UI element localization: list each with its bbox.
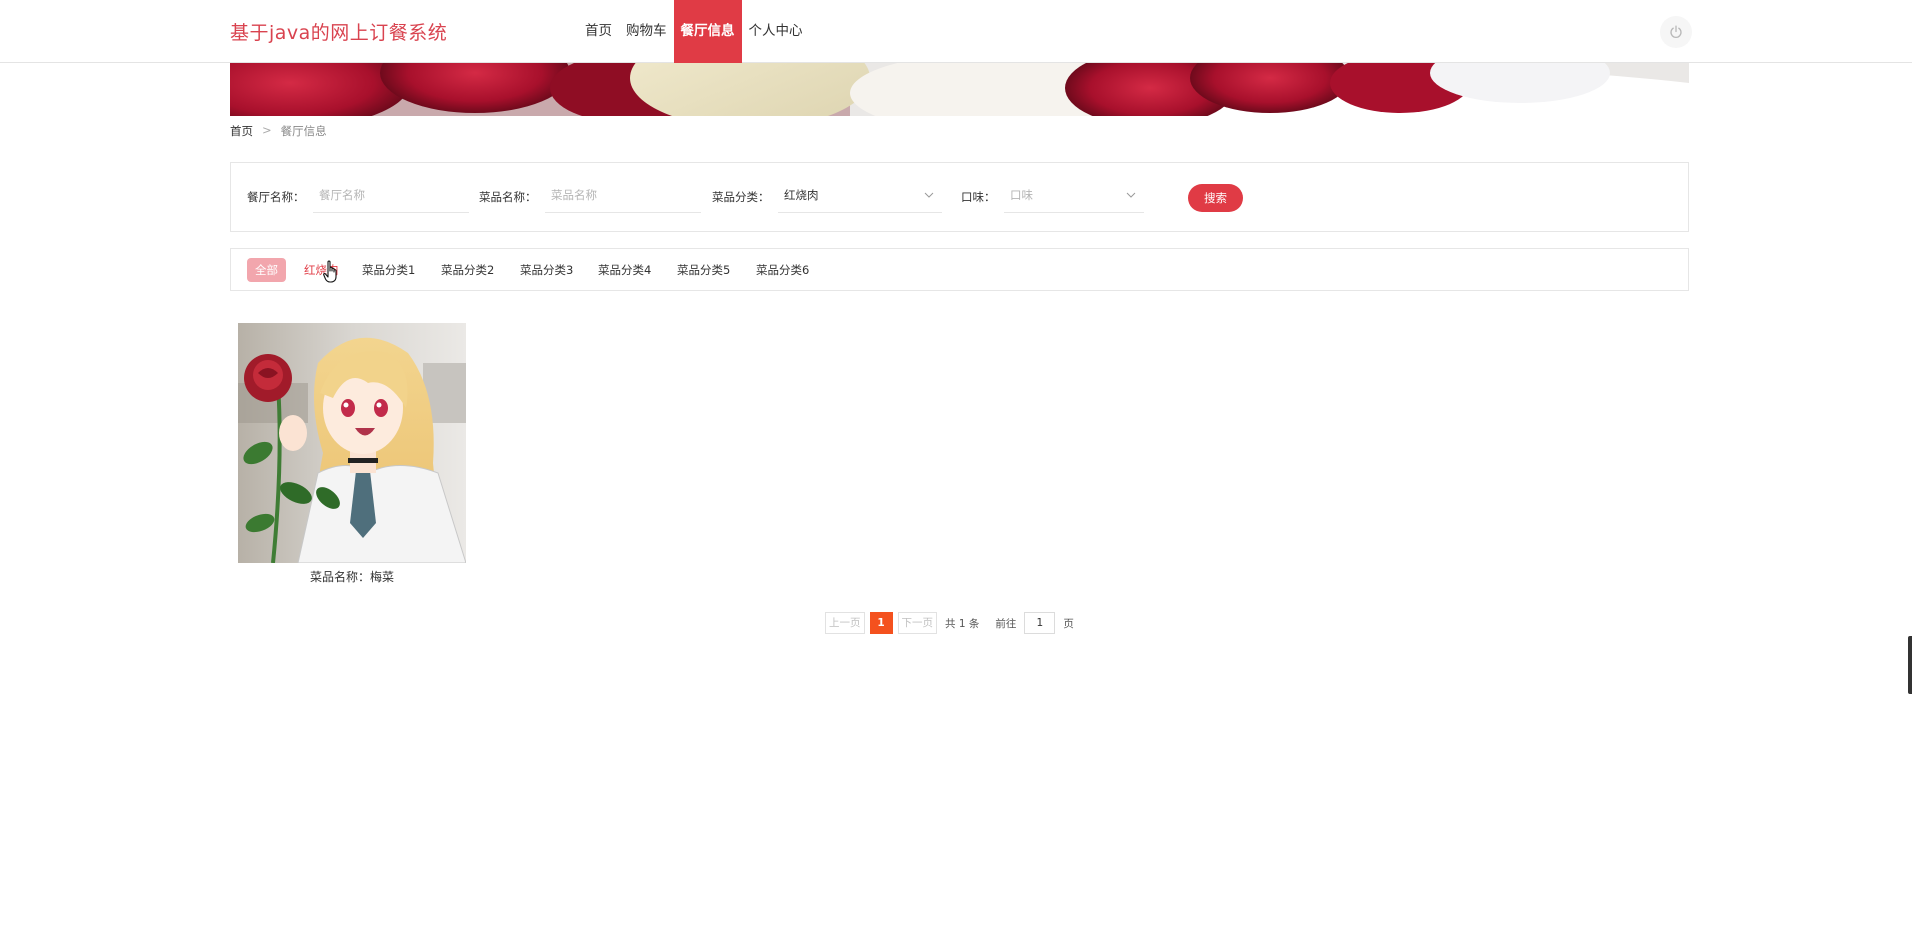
nav-cart[interactable]: 购物车: [619, 0, 674, 63]
scrollbar-handle[interactable]: [1908, 636, 1912, 694]
category-item[interactable]: 菜品分类5: [677, 258, 730, 282]
product-card[interactable]: 菜品名称：梅菜: [238, 323, 466, 585]
power-icon: [1670, 25, 1682, 38]
product-image[interactable]: [238, 323, 466, 563]
category-item[interactable]: 菜品分类4: [598, 258, 651, 282]
chevron-down-icon: [1126, 192, 1136, 198]
logout-button[interactable]: [1660, 16, 1692, 48]
prev-page-button[interactable]: 上一页: [825, 612, 865, 634]
restaurant-name-input[interactable]: [313, 177, 469, 213]
page-suffix: 页: [1063, 617, 1074, 630]
category-item[interactable]: 菜品分类6: [756, 258, 809, 282]
main-nav: 首页 购物车 餐厅信息 个人中心: [578, 0, 810, 63]
site-logo[interactable]: 基于java的网上订餐系统: [230, 18, 447, 45]
hand-cursor-icon: [323, 260, 337, 283]
goto-page-input[interactable]: [1024, 612, 1056, 634]
breadcrumb-current: 餐厅信息: [280, 124, 327, 138]
category-item[interactable]: 菜品分类2: [441, 258, 494, 282]
dish-category-label: 菜品分类：: [712, 190, 770, 204]
breadcrumb-separator: >: [262, 123, 272, 137]
dish-name-label: 菜品名称：: [479, 190, 537, 204]
banner-image: [230, 63, 1689, 116]
next-page-button[interactable]: 下一页: [897, 612, 937, 634]
nav-personal-center[interactable]: 个人中心: [742, 0, 810, 63]
category-item[interactable]: 菜品分类1: [362, 258, 415, 282]
top-header: 基于java的网上订餐系统 首页 购物车 餐厅信息 个人中心: [0, 0, 1912, 63]
taste-placeholder: 口味: [1010, 188, 1033, 202]
goto-label: 前往: [995, 617, 1017, 630]
dish-category-value: 红烧肉: [784, 188, 819, 202]
product-name[interactable]: 菜品名称：梅菜: [238, 568, 466, 585]
chevron-down-icon: [924, 192, 934, 198]
category-filter-bar: 全部 红烧肉 菜品分类1 菜品分类2 菜品分类3 菜品分类4 菜品分类5 菜品分…: [230, 248, 1689, 291]
search-panel: 餐厅名称： 菜品名称： 菜品分类： 红烧肉 口味： 口味 搜索: [230, 162, 1689, 232]
total-count: 共 1 条: [945, 617, 980, 630]
search-button[interactable]: 搜索: [1188, 184, 1243, 212]
breadcrumb: 首页 > 餐厅信息: [230, 123, 327, 139]
taste-label: 口味：: [961, 190, 996, 204]
dish-name-input[interactable]: [545, 177, 701, 213]
breadcrumb-home[interactable]: 首页: [230, 123, 253, 139]
taste-select[interactable]: 口味: [1004, 177, 1144, 213]
page-number-button[interactable]: 1: [869, 612, 893, 634]
nav-restaurant-info[interactable]: 餐厅信息: [673, 0, 742, 63]
pagination: 上一页 1 下一页 共 1 条 前往 页: [825, 612, 1082, 634]
nav-home[interactable]: 首页: [578, 0, 619, 63]
restaurant-name-label: 餐厅名称：: [247, 190, 305, 204]
category-all[interactable]: 全部: [247, 258, 286, 282]
category-item[interactable]: 菜品分类3: [520, 258, 573, 282]
dish-category-select[interactable]: 红烧肉: [778, 177, 942, 213]
